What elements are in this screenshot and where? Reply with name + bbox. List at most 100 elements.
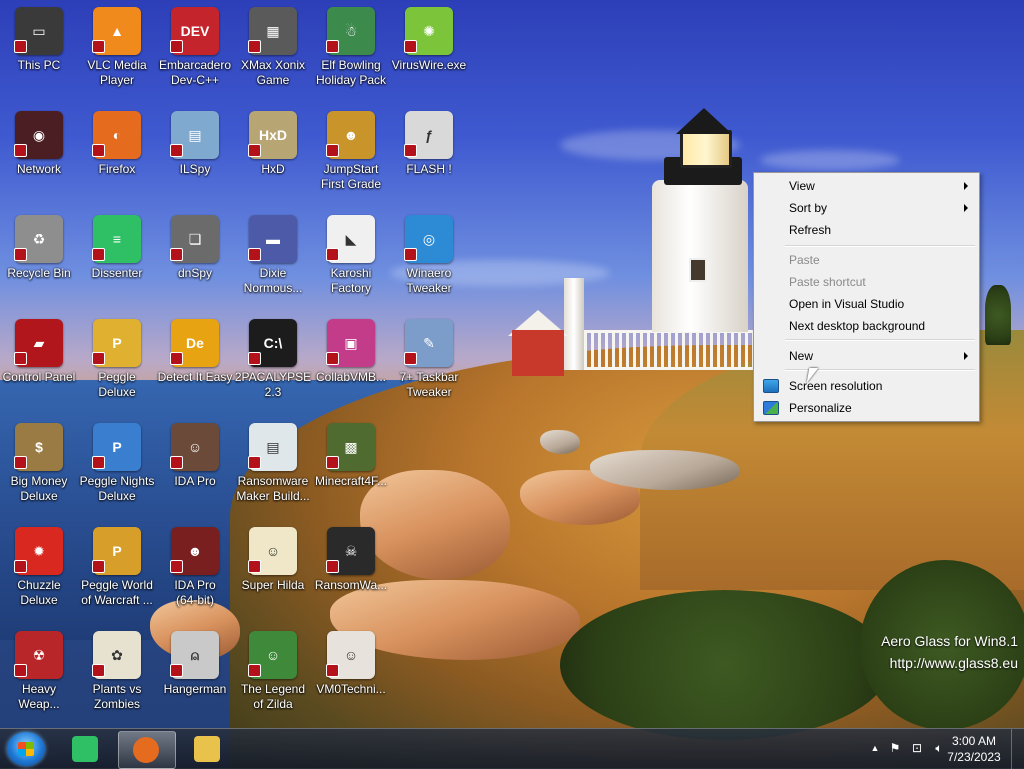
desktop-icon-label: Firefox [98, 162, 136, 176]
shortcut-arrow-icon [14, 248, 27, 261]
desktop-icon[interactable]: ▭ This PC [0, 0, 78, 100]
context-menu-item-sort-by[interactable]: Sort by [757, 197, 976, 219]
desktop-icon-label: Dixie Normous... [243, 266, 303, 295]
desktop-icon[interactable]: ◐ Firefox [78, 104, 156, 204]
context-menu-item-paste[interactable]: Paste [757, 249, 976, 271]
context-menu-item-open-in-visual-studio[interactable]: Open in Visual Studio [757, 293, 976, 315]
taskbar-button-dissenter[interactable] [58, 731, 114, 767]
desktop-icon[interactable]: ▣ CollabVMB... [312, 312, 390, 412]
desktop-icon[interactable]: P Peggle Nights Deluxe [78, 416, 156, 516]
shortcut-arrow-icon [326, 664, 339, 677]
desktop-icon-label: Ransomware Maker Build... [236, 474, 310, 503]
shortcut-arrow-icon [248, 40, 261, 53]
action-center-flag-icon[interactable]: ⚑ [888, 741, 902, 755]
desktop-icon[interactable]: ≡ Dissenter [78, 208, 156, 308]
desktop-icon[interactable]: ƒ FLASH ! [390, 104, 468, 204]
system-tray: ▲ ⚑ ⊡ 🔈︎ 3:00 AM 7/23/2023 [844, 729, 1024, 769]
shortcut-arrow-icon [170, 456, 183, 469]
desktop-icon-label: Hangerman [163, 682, 227, 696]
desktop-icon[interactable]: ✎ 7+ Taskbar Tweaker [390, 312, 468, 412]
desktop-icon[interactable]: ✿ Plants vs Zombies [78, 624, 156, 724]
desktop-icon[interactable]: ▤ ILSpy [156, 104, 234, 204]
desktop-icon[interactable]: ☻ JumpStart First Grade [312, 104, 390, 204]
desktop-icon[interactable]: ✹ Chuzzle Deluxe [0, 520, 78, 620]
watermark-line-1: Aero Glass for Win8.1 [881, 633, 1018, 649]
desktop-icon-label: HxD [261, 162, 285, 176]
desktop-icon[interactable]: ☢ Heavy Weap... [0, 624, 78, 724]
desktop-icon-label: The Legend of Zilda [240, 682, 306, 711]
desktop-icon[interactable]: P Peggle World of Warcraft ... [78, 520, 156, 620]
personalize-icon [763, 401, 779, 415]
desktop-icon[interactable]: P Peggle Deluxe [78, 312, 156, 412]
desktop-icon-label: 2PACALYPSE 2.3 [234, 370, 312, 399]
submenu-arrow-icon [964, 352, 968, 360]
shortcut-arrow-icon [326, 248, 339, 261]
desktop-icon[interactable]: ☻ IDA Pro (64-bit) [156, 520, 234, 620]
desktop-icon-label: IDA Pro (64-bit) [174, 578, 216, 607]
desktop-icon[interactable]: ♻ Recycle Bin [0, 208, 78, 308]
taskbar-button-file-explorer[interactable] [180, 731, 236, 767]
windows-start-icon[interactable] [7, 732, 45, 766]
context-menu-item-new[interactable]: New [757, 345, 976, 367]
context-menu-item-paste-shortcut[interactable]: Paste shortcut [757, 271, 976, 293]
desktop-icon[interactable]: ☺ IDA Pro [156, 416, 234, 516]
shortcut-arrow-icon [326, 560, 339, 573]
desktop-icon[interactable]: De Detect It Easy [156, 312, 234, 412]
desktop-icon[interactable]: ▩ Minecraft4F... [312, 416, 390, 516]
desktop-icon[interactable]: ▦ XMax Xonix Game [234, 0, 312, 100]
desktop-icon-label: Peggle Deluxe [98, 370, 136, 399]
desktop-icon[interactable]: C:\ 2PACALYPSE 2.3 [234, 312, 312, 412]
context-menu-item-next-desktop-background[interactable]: Next desktop background [757, 315, 976, 337]
desktop-icon[interactable]: ▤ Ransomware Maker Build... [234, 416, 312, 516]
desktop-icon-label: VirusWire.exe [391, 58, 467, 72]
desktop-icon[interactable]: ▬ Dixie Normous... [234, 208, 312, 308]
context-menu-item-label: New [789, 349, 814, 363]
desktop-icon[interactable]: ☺ VM0Techni... [312, 624, 390, 724]
shortcut-arrow-icon [92, 40, 105, 53]
desktop-icon[interactable]: ☠ RansomWa... [312, 520, 390, 620]
shortcut-arrow-icon [92, 248, 105, 261]
desktop-icon[interactable]: HxD HxD [234, 104, 312, 204]
desktop-icon-label: Detect It Easy [157, 370, 233, 384]
desktop-icon[interactable]: ✺ VirusWire.exe [390, 0, 468, 100]
shortcut-arrow-icon [248, 456, 261, 469]
taskbar-button-firefox[interactable] [118, 731, 176, 769]
desktop-icon[interactable]: ☺ The Legend of Zilda [234, 624, 312, 724]
clock[interactable]: 3:00 AM 7/23/2023 [944, 733, 1004, 765]
shortcut-arrow-icon [326, 352, 339, 365]
desktop-icon[interactable]: ❏ dnSpy [156, 208, 234, 308]
context-menu-item-screen-resolution[interactable]: Screen resolution [757, 375, 976, 397]
desktop-icon-label: Karoshi Factory [330, 266, 372, 295]
desktop-icon[interactable]: DEV Embarcadero Dev-C++ [156, 0, 234, 100]
desktop-icon-label: Elf Bowling Holiday Pack [315, 58, 387, 87]
desktop-icon-label: Minecraft4F... [314, 474, 388, 488]
firefox-icon [133, 737, 159, 763]
desktop-icon[interactable]: ☃ Elf Bowling Holiday Pack [312, 0, 390, 100]
desktop-icon-label: JumpStart First Grade [320, 162, 381, 191]
network-icon[interactable]: ⊡ [910, 741, 924, 755]
desktop-icon[interactable]: ☺ Super Hilda [234, 520, 312, 620]
desktop-icon[interactable]: $ Big Money Deluxe [0, 416, 78, 516]
desktop-context-menu: View Sort by Refresh Paste Paste shortcut Ope… [753, 172, 980, 422]
context-menu-item-label: View [789, 179, 815, 193]
context-menu-item-label: Paste shortcut [789, 275, 866, 289]
context-menu-item-refresh[interactable]: Refresh [757, 219, 976, 241]
desktop-icon-label: VM0Techni... [316, 682, 386, 696]
desktop-icon-label: dnSpy [177, 266, 213, 280]
desktop-icon-label: Winaero Tweaker [406, 266, 452, 295]
context-menu-item-view[interactable]: View [757, 175, 976, 197]
shortcut-arrow-icon [170, 144, 183, 157]
shortcut-arrow-icon [92, 560, 105, 573]
show-hidden-icons-chevron-icon[interactable]: ▲ [868, 741, 882, 755]
shortcut-arrow-icon [92, 144, 105, 157]
desktop-icon[interactable]: ◉ Network [0, 104, 78, 204]
desktop-icon[interactable]: ◎ Winaero Tweaker [390, 208, 468, 308]
desktop-icon-label: Embarcadero Dev-C++ [158, 58, 232, 87]
desktop-icon-label: IDA Pro [174, 474, 216, 488]
desktop-icon[interactable]: ▰ Control Panel [0, 312, 78, 412]
desktop-icon[interactable]: ▲ VLC Media Player [78, 0, 156, 100]
desktop-icon[interactable]: ⍝ Hangerman [156, 624, 234, 724]
desktop-icon[interactable]: ◣ Karoshi Factory [312, 208, 390, 308]
show-desktop-button[interactable] [1011, 729, 1024, 769]
context-menu-item-personalize[interactable]: Personalize [757, 397, 976, 419]
